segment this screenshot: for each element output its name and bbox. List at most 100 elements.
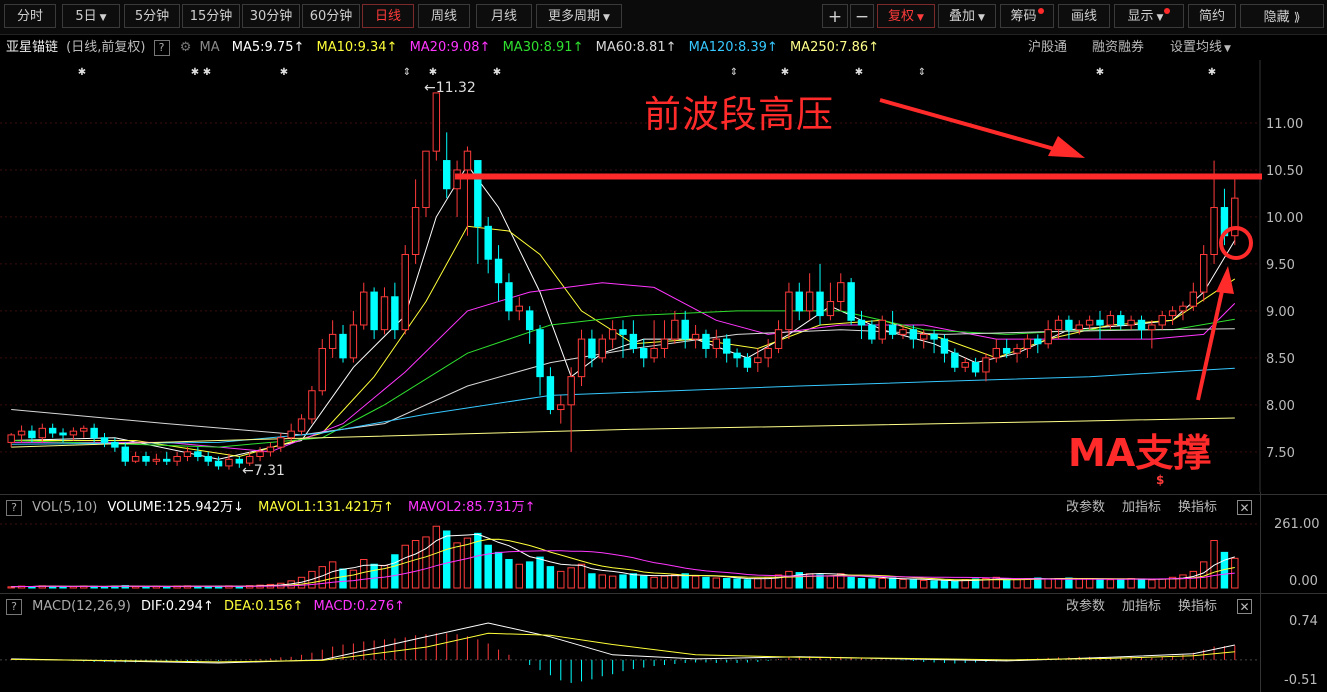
tab-5min[interactable]: 5分钟 — [124, 4, 180, 28]
volume-bar-up — [401, 544, 409, 589]
caret-down-icon: ▼ — [1156, 13, 1164, 23]
volume-bar-down — [868, 578, 876, 589]
jianyue-button[interactable]: 简约 — [1188, 4, 1236, 28]
macd-dif-line — [11, 622, 1235, 664]
candle-up — [826, 300, 835, 317]
candle-up — [650, 347, 658, 359]
tab-monthly[interactable]: 月线 — [476, 4, 532, 28]
volume-value: VOLUME:125.942万 — [107, 500, 234, 515]
candle-up — [557, 404, 565, 411]
candle-down — [474, 160, 482, 227]
up-arrow-icon: ↑ — [572, 40, 584, 55]
minus-icon: − — [854, 7, 870, 27]
tab-weekly[interactable]: 周线 — [418, 4, 470, 28]
tab-5day[interactable]: 5日 ▼ — [62, 4, 120, 28]
candle-up — [1158, 315, 1166, 326]
candle-up — [1168, 310, 1177, 317]
volume-bar-up — [754, 577, 762, 589]
vol-add-indicator[interactable]: 加指标 — [1122, 497, 1161, 519]
tab-daily[interactable]: 日线 — [362, 4, 414, 28]
help-icon[interactable]: ? — [6, 598, 22, 615]
candle-up — [920, 333, 928, 340]
support-arrow-shaft — [1196, 281, 1226, 401]
y-tick-label: 8.00 — [1266, 399, 1295, 414]
candle-down — [1137, 319, 1146, 331]
event-marker-icon: ✱ — [493, 67, 501, 78]
link-ma-settings[interactable]: 设置均线 ▼ — [1170, 37, 1231, 59]
candle-up — [1044, 329, 1052, 345]
candle-down — [59, 432, 67, 436]
candle-down — [339, 333, 347, 359]
volume-bar-down — [142, 586, 150, 589]
yincang-button[interactable]: 隐藏 ⟫ — [1240, 4, 1324, 28]
macd-title: MACD(12,26,9) — [32, 599, 131, 614]
tab-fenshi[interactable]: 分时 — [4, 4, 56, 28]
huaxian-button[interactable]: 画线 — [1058, 4, 1110, 28]
candle-down — [940, 338, 949, 354]
volume-bar-up — [577, 563, 586, 589]
tab-label: 周线 — [430, 9, 457, 24]
tab-more-periods[interactable]: 更多周期 ▼ — [536, 4, 622, 28]
candle-down — [494, 258, 503, 284]
candle-down — [681, 319, 689, 340]
volume-bar-up — [1054, 577, 1063, 589]
volume-bar-down — [442, 530, 451, 589]
fuquan-dropdown[interactable]: 复权 ▼ — [877, 4, 935, 28]
event-marker-icon: ⇕ — [403, 67, 411, 78]
diejia-dropdown[interactable]: 叠加 ▼ — [938, 4, 996, 28]
candle-down — [121, 446, 129, 462]
volume-bar-down — [484, 544, 492, 589]
annotations — [455, 98, 1262, 401]
macd-axis-min: -0.51 — [1284, 673, 1318, 688]
up-arrow-icon: ↑ — [293, 40, 305, 55]
vol-change-params[interactable]: 改参数 — [1066, 497, 1105, 519]
chouma-button[interactable]: 筹码 — [1000, 4, 1054, 28]
ma-legend-bar: 亚星锚链 (日线,前复权) ? ⚙ MA MA5:9.75↑ MA10:9.34… — [6, 37, 879, 59]
candle-up — [577, 338, 586, 378]
volume-bar-down — [888, 577, 897, 589]
volume-bar-down — [1117, 578, 1125, 589]
tab-label: 15分钟 — [189, 9, 233, 24]
candle-down — [857, 319, 866, 326]
vol-swap-indicator[interactable]: 换指标 — [1178, 497, 1217, 519]
link-rzrq[interactable]: 融资融券 — [1092, 37, 1144, 59]
ma5-value: MA5:9.75 — [231, 40, 294, 55]
ma-label: MA — [199, 40, 220, 55]
close-icon[interactable]: ✕ — [1237, 500, 1252, 515]
low-price-value: 7.31 — [253, 463, 285, 479]
close-icon[interactable]: ✕ — [1237, 599, 1252, 614]
zoom-in-button[interactable]: + — [822, 4, 848, 28]
axis-separator — [1260, 492, 1261, 692]
y-tick-label: 9.50 — [1266, 258, 1295, 273]
volume-bar-down — [1002, 579, 1011, 589]
support-arrowhead-icon — [1216, 266, 1234, 294]
volume-bar-up — [1106, 579, 1115, 589]
caret-down-icon: ▼ — [978, 13, 985, 23]
volume-bar-up — [920, 579, 928, 589]
candle-down — [640, 347, 648, 359]
xianshi-dropdown[interactable]: 显示 ▼ — [1114, 4, 1184, 28]
link-hgt[interactable]: 沪股通 — [1028, 37, 1067, 59]
volume-bar-down — [588, 573, 596, 589]
tab-15min[interactable]: 15分钟 — [182, 4, 240, 28]
up-arrow-icon: ↑ — [524, 500, 536, 515]
help-icon[interactable]: ? — [153, 39, 170, 56]
help-icon[interactable]: ? — [6, 499, 22, 516]
tab-60min[interactable]: 60分钟 — [302, 4, 360, 28]
left-arrow-icon: ← — [424, 80, 436, 96]
volume-bar-down — [391, 554, 399, 589]
tab-30min[interactable]: 30分钟 — [242, 4, 300, 28]
candle-down — [536, 329, 544, 378]
y-tick-label: 7.50 — [1266, 446, 1295, 461]
volume-bar-down — [619, 574, 627, 589]
volume-bar-up — [1158, 578, 1166, 589]
candle-up — [878, 319, 886, 340]
zoom-out-button[interactable]: − — [850, 4, 874, 28]
volume-bar-up — [671, 574, 679, 589]
up-arrow-icon: ↑ — [868, 40, 880, 55]
candle-down — [868, 324, 876, 340]
double-chevron-right-icon: ⟫ — [1293, 10, 1301, 24]
candle-up — [183, 451, 192, 458]
gear-icon[interactable]: ⚙ — [180, 40, 192, 55]
candle-down — [971, 362, 980, 373]
